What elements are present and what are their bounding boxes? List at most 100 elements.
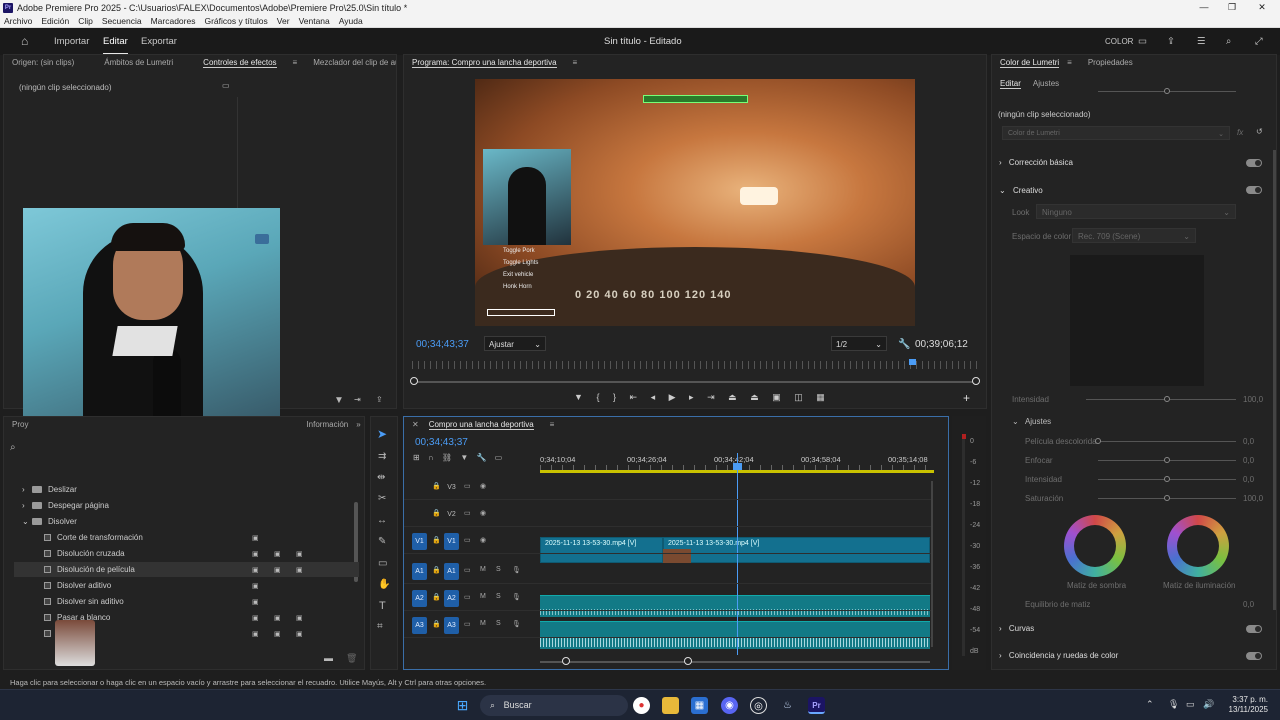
adjust-slider[interactable] <box>1098 495 1236 501</box>
menu-ayuda[interactable]: Ayuda <box>339 16 363 26</box>
slip-tool-icon[interactable]: ↔ <box>377 515 387 526</box>
curves-toggle[interactable] <box>1246 625 1262 633</box>
solo-icon[interactable]: S <box>496 566 501 573</box>
track-target-v2[interactable]: V2 <box>444 506 459 523</box>
mic-icon[interactable]: 🎙 <box>512 620 521 628</box>
go-to-out-icon[interactable]: ⇥ <box>707 392 715 402</box>
store-icon[interactable]: ▦ <box>691 697 708 714</box>
tab-exportar[interactable]: Exportar <box>141 36 177 47</box>
selection-tool-icon[interactable]: ➤ <box>377 427 387 441</box>
fullscreen-icon[interactable]: ⤢ <box>1255 36 1263 47</box>
slider-knob[interactable] <box>1164 476 1170 482</box>
track-target-a1[interactable]: A1 <box>444 563 459 580</box>
add-marker-icon[interactable]: ▼ <box>460 453 468 462</box>
adjust-slider[interactable] <box>1098 457 1236 463</box>
program-timecode-current[interactable]: 00;34;43;37 <box>416 339 469 350</box>
list-icon[interactable]: ☰ <box>1197 36 1206 47</box>
scroll-handle-right[interactable] <box>684 657 692 665</box>
lumetri-scrollbar[interactable] <box>1273 150 1276 610</box>
source-patch-v1[interactable]: V1 <box>412 533 427 550</box>
slider-knob[interactable] <box>1164 88 1170 94</box>
menu-edicion[interactable]: Edición <box>41 16 69 26</box>
effect-list-item[interactable]: Disolver sin aditivo ▣ <box>14 594 359 609</box>
menu-ventana[interactable]: Ventana <box>299 16 330 26</box>
pen-tool-icon[interactable]: ✎ <box>378 536 386 547</box>
tab-effect-controls[interactable]: Controles de efectos <box>203 58 277 68</box>
eye-icon[interactable]: ◉ <box>480 509 486 517</box>
caption-tool-icon[interactable]: ⌗ <box>377 621 383 632</box>
source-patch-a1[interactable]: A1 <box>412 563 427 580</box>
clock[interactable]: 3:37 p. m. 13/11/2025 <box>1226 695 1268 715</box>
mic-icon[interactable]: 🎙 <box>512 566 521 574</box>
intensity-value[interactable]: 100,0 <box>1243 395 1263 404</box>
track-target-a2[interactable]: A2 <box>444 590 459 607</box>
track-target-v3[interactable]: V3 <box>444 479 459 496</box>
track-target-a3[interactable]: A3 <box>444 617 459 634</box>
settings-wrench-icon[interactable]: 🔧 <box>476 453 486 462</box>
timeline-timecode[interactable]: 00;34;43;37 <box>415 437 468 448</box>
video-clip[interactable]: 2025-11-13 13-53-30.mp4 [V] <box>540 537 663 563</box>
section-curves[interactable]: › Curvas <box>999 624 1034 633</box>
slider-knob[interactable] <box>1095 438 1101 444</box>
tab-lumetri-edit[interactable]: Editar <box>1000 79 1021 89</box>
sync-icon[interactable]: ▭ <box>464 566 471 574</box>
sequence-tab[interactable]: Compro una lancha deportiva <box>428 420 534 430</box>
filter-icon[interactable]: ▼ <box>334 395 344 406</box>
obs-icon[interactable]: ◎ <box>750 697 767 714</box>
nest-icon[interactable]: ⊞ <box>413 453 420 462</box>
network-icon[interactable]: ▭ <box>1186 699 1195 710</box>
track-select-tool-icon[interactable]: ⇉ <box>378 451 386 462</box>
share-icon[interactable]: ⇪ <box>1167 36 1175 47</box>
panel-options-icon[interactable]: ▭ <box>222 81 230 90</box>
timeline-playhead[interactable] <box>737 453 738 655</box>
eye-icon[interactable]: ◉ <box>480 536 486 544</box>
adjust-slider-value[interactable]: 0,0 <box>1243 456 1254 465</box>
camera-icon[interactable]: ▣ <box>772 392 781 402</box>
video-clip[interactable]: 2025-11-13 13-53-30.mp4 [V] <box>663 537 930 563</box>
play-icon[interactable]: ▶ <box>669 392 676 402</box>
match-toggle[interactable] <box>1246 652 1262 660</box>
program-menu-icon[interactable]: ≡ <box>573 58 578 67</box>
intensity-slider[interactable] <box>1086 396 1236 402</box>
taskbar-search[interactable]: ⌕ Buscar <box>480 695 628 716</box>
rectangle-tool-icon[interactable]: ▭ <box>378 558 387 569</box>
tab-audio-mixer[interactable]: Mezclador del clip de audio: Con <box>313 58 396 67</box>
balance-slider[interactable] <box>1098 88 1236 94</box>
effect-list-item[interactable]: › Deslizar <box>14 482 359 497</box>
colorspace-dropdown[interactable]: Rec. 709 (Scene) ⌄ <box>1072 228 1196 243</box>
tab-info[interactable]: Información <box>306 420 348 429</box>
mute-icon[interactable]: M <box>480 593 486 600</box>
tab-editar[interactable]: Editar <box>103 36 128 55</box>
eye-icon[interactable]: ◉ <box>480 482 486 490</box>
mark-in-icon[interactable]: { <box>596 392 599 402</box>
adjust-slider-value[interactable]: 0,0 <box>1243 437 1254 446</box>
program-title[interactable]: Programa: Compro una lancha deportiva <box>412 58 557 68</box>
settings-icon[interactable]: ⇪ <box>376 395 383 404</box>
zoom-scrollbar[interactable] <box>412 381 978 383</box>
tab-lumetri-color[interactable]: Color de Lumetri <box>1000 58 1060 68</box>
menu-graficos[interactable]: Gráficos y títulos <box>204 16 267 26</box>
delete-icon[interactable]: 🗑 <box>346 653 357 664</box>
discord-icon[interactable]: ◉ <box>721 697 738 714</box>
step-back-icon[interactable]: ◂ <box>651 392 656 402</box>
minimize-icon[interactable]: — <box>1190 0 1218 15</box>
zoom-handle-right[interactable] <box>972 377 980 385</box>
lift-icon[interactable]: ⏏ <box>728 392 737 402</box>
solo-icon[interactable]: S <box>496 620 501 627</box>
solo-icon[interactable]: S <box>496 593 501 600</box>
panel-menu-icon[interactable]: ≡ <box>293 58 298 67</box>
scroll-handle-left[interactable] <box>562 657 570 665</box>
export-frame-icon[interactable]: ⇥ <box>354 395 361 404</box>
effect-list-item[interactable]: Corte de transformación ▣ <box>14 530 359 545</box>
menu-marcadores[interactable]: Marcadores <box>151 16 196 26</box>
panel-layout-icon[interactable]: ▭ <box>1138 36 1147 47</box>
section-creative[interactable]: ⌄ Creativo <box>999 186 1043 195</box>
ripple-edit-tool-icon[interactable]: ⇹ <box>377 472 385 483</box>
mic-icon[interactable]: 🎙 <box>512 593 521 601</box>
search-icon[interactable]: ⌕ <box>10 442 16 453</box>
track-target-v1[interactable]: V1 <box>444 533 459 550</box>
go-to-in-icon[interactable]: ⇤ <box>630 392 638 402</box>
highlight-tint-wheel[interactable] <box>1167 515 1229 577</box>
audio-clip-a2[interactable] <box>540 595 930 617</box>
premiere-taskbar-icon[interactable]: Pr <box>808 697 825 714</box>
